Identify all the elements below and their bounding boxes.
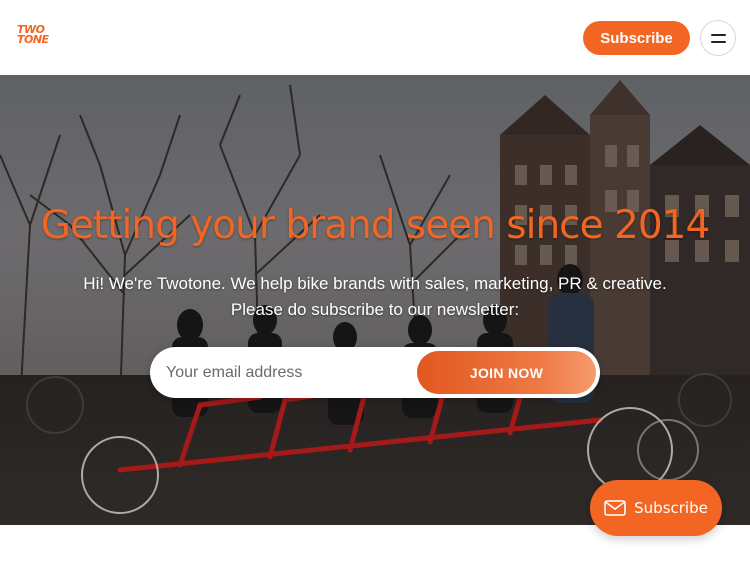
header-subscribe-button[interactable]: Subscribe <box>583 21 690 55</box>
twotone-logo[interactable]: TWO TONE <box>17 24 55 49</box>
email-input[interactable] <box>166 347 416 398</box>
hero-intro-line-2: Please do subscribe to our newsletter: <box>230 300 520 319</box>
join-now-button[interactable]: JOIN NOW <box>417 351 596 394</box>
floating-subscribe-button[interactable]: Subscribe <box>590 480 722 536</box>
newsletter-signup-form: JOIN NOW <box>150 347 600 398</box>
hero-section: Getting your brand seen since 2014 Hi! W… <box>0 75 750 525</box>
floating-subscribe-label: Subscribe <box>634 499 708 517</box>
site-header: TWO TONE Subscribe <box>0 0 750 75</box>
hero-intro-line-1: Hi! We're Twotone. We help bike brands w… <box>83 274 667 293</box>
hero-intro: Hi! We're Twotone. We help bike brands w… <box>40 271 710 323</box>
hamburger-icon-line <box>710 40 726 43</box>
mail-icon <box>604 500 626 516</box>
hero-title: Getting your brand seen since 2014 <box>40 203 711 248</box>
menu-button[interactable] <box>700 20 736 56</box>
logo-line-2: TONE <box>17 33 49 46</box>
hamburger-icon <box>710 33 726 36</box>
